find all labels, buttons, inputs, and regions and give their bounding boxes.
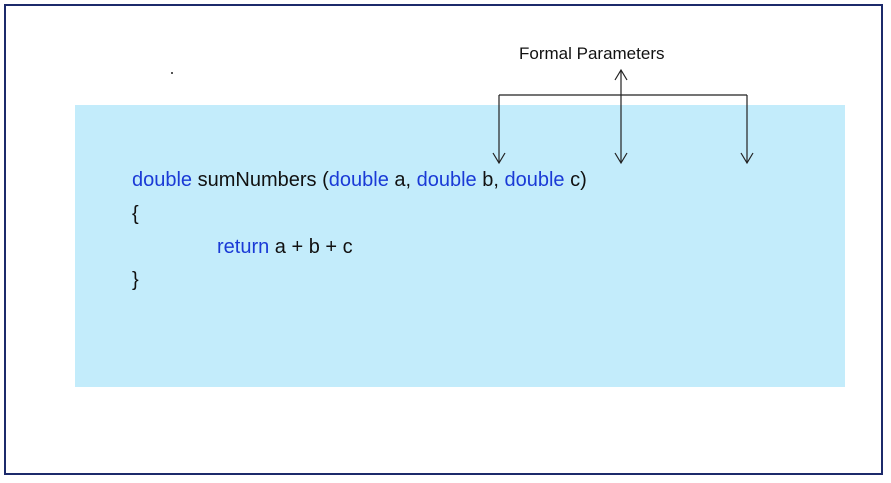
code-line-close-brace: }: [132, 269, 139, 291]
function-name-text: sumNumbers (: [192, 169, 329, 191]
keyword-double-param-a: double: [328, 169, 389, 191]
keyword-double-return-type: double: [132, 169, 193, 191]
keyword-double-param-c: double: [504, 169, 565, 191]
param-c-text: c): [564, 169, 587, 191]
param-a-text: a,: [388, 169, 417, 191]
keyword-double-param-b: double: [416, 169, 477, 191]
keyword-return: return: [217, 236, 270, 258]
code-line-signature: double sumNumbers (double a, double b, d…: [132, 168, 587, 192]
code-line-open-brace: {: [132, 203, 139, 225]
code-line-return: return a + b + c: [217, 235, 353, 259]
parameter-arrows: [492, 68, 754, 165]
param-b-text: b,: [476, 169, 505, 191]
return-expression-text: a + b + c: [269, 236, 353, 258]
